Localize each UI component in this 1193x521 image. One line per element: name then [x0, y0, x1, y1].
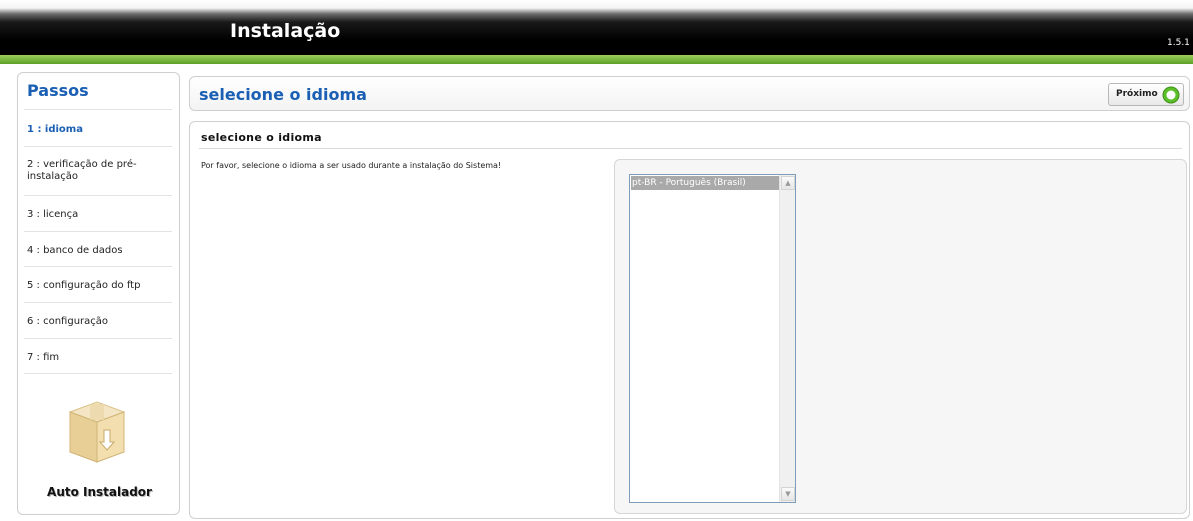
step-database: 4 : banco de dados [27, 245, 123, 256]
chevron-down-icon[interactable]: ▼ [781, 487, 795, 501]
divider [199, 148, 1182, 149]
listbox-scrollbar[interactable]: ▲ ▼ [779, 175, 795, 502]
divider [24, 231, 172, 232]
sidebar-title: Passos [27, 81, 89, 100]
page-title-panel: selecione o idioma Próximo [189, 76, 1190, 111]
step-configuration: 6 : configuração [27, 316, 109, 327]
divider [24, 195, 172, 196]
divider [24, 266, 172, 267]
step-ftp-config: 5 : configuração do ftp [27, 280, 141, 291]
app-title: Instalação [230, 20, 341, 42]
chevron-up-icon[interactable]: ▲ [781, 176, 795, 190]
header-accent-bar [0, 55, 1193, 64]
auto-installer-logo-text: Auto Instalador [47, 485, 152, 499]
next-button-label: Próximo [1116, 89, 1158, 99]
section-heading: selecione o idioma [201, 131, 322, 144]
divider [24, 338, 172, 339]
step-finish: 7 : fim [27, 352, 60, 363]
language-option-pt-br[interactable]: pt-BR - Português (Brasil) [631, 176, 779, 190]
version-label: 1.5.1 [1167, 38, 1190, 48]
step-license: 3 : licença [27, 209, 79, 220]
instructions-text: Por favor, selecione o idioma a ser usad… [201, 161, 502, 170]
step-idioma: 1 : idioma [27, 124, 83, 135]
header-bar: Instalação 1.5.1 [0, 0, 1193, 55]
box-download-icon [68, 401, 126, 463]
divider [24, 373, 172, 374]
steps-sidebar: Passos 1 : idioma 2 : verificação de pré… [17, 72, 180, 515]
step-pre-installation-check: 2 : verificação de pré-instalação [27, 159, 137, 182]
arrow-right-circle-icon [1162, 86, 1180, 104]
language-selection-panel: selecione o idioma Por favor, selecione … [189, 121, 1190, 519]
language-listbox[interactable]: pt-BR - Português (Brasil) ▲ ▼ [629, 174, 796, 503]
page-title: selecione o idioma [199, 85, 367, 104]
next-button[interactable]: Próximo [1108, 83, 1184, 106]
divider [24, 146, 172, 147]
divider [24, 302, 172, 303]
divider [24, 109, 172, 110]
language-select-container: pt-BR - Português (Brasil) ▲ ▼ [614, 159, 1187, 514]
